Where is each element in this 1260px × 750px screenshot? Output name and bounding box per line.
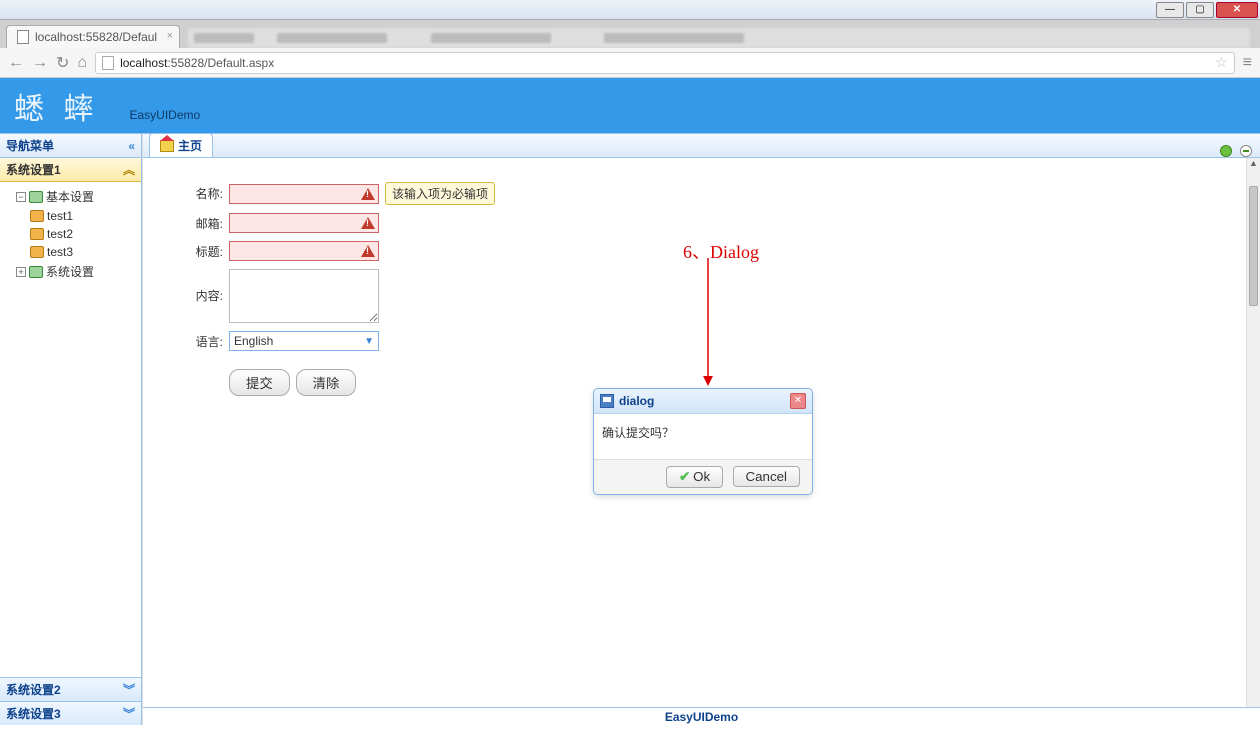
window-close-button[interactable]: ✕ bbox=[1216, 2, 1258, 18]
browser-menu-icon[interactable]: ≡ bbox=[1243, 54, 1252, 72]
user-icon bbox=[30, 228, 44, 240]
nav-forward-icon[interactable]: → bbox=[32, 54, 48, 72]
accordion-section-2[interactable]: 系统设置2 ︾ bbox=[0, 677, 141, 701]
main-tabstrip: 主页 bbox=[143, 134, 1260, 158]
scroll-up-icon[interactable]: ▲ bbox=[1247, 158, 1260, 172]
warning-icon bbox=[361, 245, 375, 257]
accordion-label: 系统设置3 bbox=[6, 705, 61, 722]
user-icon bbox=[30, 210, 44, 222]
warning-icon bbox=[361, 188, 375, 200]
required-tooltip: 该输入项为必输项 bbox=[385, 182, 495, 205]
dialog-close-button[interactable]: ✕ bbox=[790, 393, 806, 409]
url-host: localhost bbox=[120, 56, 167, 70]
dialog-footer: ✔Ok Cancel bbox=[594, 459, 812, 494]
accordion-label: 系统设置2 bbox=[6, 681, 61, 698]
submit-button[interactable]: 提交 bbox=[229, 369, 290, 396]
tree-expand-icon[interactable]: + bbox=[16, 267, 26, 277]
email-input[interactable] bbox=[229, 213, 379, 233]
add-tab-icon[interactable] bbox=[1220, 145, 1232, 157]
dialog-body: 确认提交吗？ bbox=[594, 414, 812, 459]
window-maximize-button[interactable]: ▢ bbox=[1186, 2, 1214, 18]
content-textarea[interactable] bbox=[229, 269, 379, 323]
content-area: 名称: 该输入项为必输项 邮箱: 标题: 内容: 语言: bbox=[143, 158, 1260, 707]
language-select[interactable]: English ▼ bbox=[229, 331, 379, 351]
lang-label: 语言: bbox=[183, 333, 223, 350]
app-footer: EasyUIDemo bbox=[143, 707, 1260, 725]
name-label: 名称: bbox=[183, 185, 223, 202]
confirm-dialog: dialog ✕ 确认提交吗？ ✔Ok Cancel bbox=[593, 388, 813, 495]
browser-address-bar: ← → ↻ ⌂ localhost:55828/Default.aspx ☆ ≡ bbox=[0, 48, 1260, 78]
tree-collapse-icon[interactable]: − bbox=[16, 192, 26, 202]
dialog-cancel-button[interactable]: Cancel bbox=[733, 466, 801, 487]
dialog-ok-button[interactable]: ✔Ok bbox=[666, 466, 723, 488]
sidebar-collapse-icon[interactable]: « bbox=[128, 139, 135, 153]
accordion-section-3[interactable]: 系统设置3 ︾ bbox=[0, 701, 141, 725]
close-tab-icon[interactable]: × bbox=[167, 30, 173, 42]
url-input[interactable]: localhost:55828/Default.aspx ☆ bbox=[95, 52, 1235, 74]
users-icon bbox=[29, 266, 43, 278]
name-input[interactable] bbox=[229, 184, 379, 204]
content-label: 内容: bbox=[183, 287, 223, 304]
chevron-up-icon: ︽ bbox=[123, 161, 135, 178]
nav-tree: − 基本设置 test1 test2 test3 + 系统设置 bbox=[0, 182, 141, 677]
email-label: 邮箱: bbox=[183, 215, 223, 232]
chevron-down-icon: ︾ bbox=[123, 705, 135, 722]
title-input[interactable] bbox=[229, 241, 379, 261]
chevron-down-icon: ︾ bbox=[123, 681, 135, 698]
annotation-arrow bbox=[698, 258, 718, 388]
browser-tab-active[interactable]: localhost:55828/Defaul × bbox=[6, 25, 180, 48]
browser-tab-title: localhost:55828/Defaul bbox=[35, 30, 157, 44]
nav-reload-icon[interactable]: ↻ bbox=[56, 53, 69, 73]
browser-tab-ghost bbox=[188, 28, 1250, 48]
app-logo-text: 蟋 蟀 bbox=[14, 84, 100, 128]
app-header: 蟋 蟀 EasyUIDemo bbox=[0, 78, 1260, 133]
page-icon bbox=[17, 30, 29, 44]
bookmark-star-icon[interactable]: ☆ bbox=[1215, 54, 1228, 71]
title-label: 标题: bbox=[183, 243, 223, 260]
window-minimize-button[interactable]: — bbox=[1156, 2, 1184, 18]
sidebar: 导航菜单 « 系统设置1 ︽ − 基本设置 test1 test2 test3 bbox=[0, 134, 142, 725]
tree-node-child[interactable]: test3 bbox=[30, 243, 139, 261]
sidebar-title: 导航菜单 « bbox=[0, 134, 141, 158]
dialog-header[interactable]: dialog ✕ bbox=[594, 389, 812, 414]
nav-back-icon[interactable]: ← bbox=[8, 54, 24, 72]
scroll-thumb[interactable] bbox=[1249, 186, 1258, 306]
clear-button[interactable]: 清除 bbox=[296, 369, 357, 396]
browser-tabstrip: localhost:55828/Defaul × bbox=[0, 20, 1260, 48]
main-region: 主页 名称: 该输入项为必输项 邮箱: 标题: bbox=[142, 134, 1260, 725]
vertical-scrollbar[interactable]: ▲ bbox=[1246, 158, 1260, 707]
window-titlebar: — ▢ ✕ bbox=[0, 0, 1260, 20]
annotation-label: 6、Dialog bbox=[683, 238, 759, 264]
chevron-down-icon: ▼ bbox=[364, 336, 374, 347]
app-brand: EasyUIDemo bbox=[130, 108, 201, 122]
tree-node-child[interactable]: test2 bbox=[30, 225, 139, 243]
select-value: English bbox=[234, 334, 273, 348]
save-icon bbox=[600, 394, 614, 408]
tree-node-child[interactable]: test1 bbox=[30, 207, 139, 225]
tab-home[interactable]: 主页 bbox=[149, 133, 213, 157]
home-icon bbox=[160, 140, 174, 152]
warning-icon bbox=[361, 217, 375, 229]
user-icon bbox=[30, 246, 44, 258]
accordion-section-1[interactable]: 系统设置1 ︽ bbox=[0, 158, 141, 182]
accordion-label: 系统设置1 bbox=[6, 161, 61, 178]
check-icon: ✔ bbox=[679, 469, 690, 484]
url-rest: :55828/Default.aspx bbox=[167, 56, 274, 70]
tab-label: 主页 bbox=[178, 137, 202, 154]
dialog-title: dialog bbox=[619, 394, 654, 408]
page-icon bbox=[102, 56, 114, 70]
tree-node-sibling[interactable]: + 系统设置 bbox=[16, 261, 139, 282]
tree-node-label: 基本设置 bbox=[46, 188, 94, 205]
nav-home-icon[interactable]: ⌂ bbox=[77, 54, 87, 72]
users-icon bbox=[29, 191, 43, 203]
sidebar-title-label: 导航菜单 bbox=[6, 137, 54, 154]
tree-node-root[interactable]: − 基本设置 bbox=[16, 186, 139, 207]
remove-tab-icon[interactable] bbox=[1240, 145, 1252, 157]
tree-node-label: 系统设置 bbox=[46, 263, 94, 280]
